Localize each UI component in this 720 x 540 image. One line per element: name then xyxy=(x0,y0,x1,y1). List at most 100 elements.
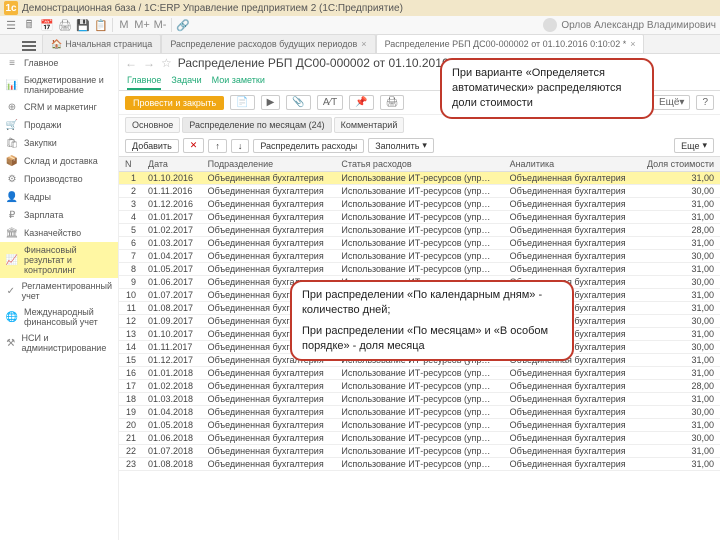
table-row[interactable]: 401.01.2017Объединенная бухгалтерияИспол… xyxy=(119,211,720,224)
save-icon[interactable]: 💾 xyxy=(76,18,90,32)
cell-dept: Объединенная бухгалтерия xyxy=(202,380,336,393)
cell-date: 01.03.2017 xyxy=(142,237,202,250)
forward-icon[interactable]: → xyxy=(143,56,155,70)
print-icon[interactable]: 🖨 xyxy=(58,18,72,32)
attach-button[interactable]: 📎 xyxy=(286,95,310,110)
add-button[interactable]: Добавить xyxy=(125,139,179,153)
col-dept[interactable]: Подразделение xyxy=(202,157,336,172)
subtab-main[interactable]: Главное xyxy=(127,72,161,90)
col-item[interactable]: Статья расходов xyxy=(335,157,503,172)
fill-button[interactable]: Заполнить ▾ xyxy=(368,138,434,153)
table-row[interactable]: 1801.03.2018Объединенная бухгалтерияИспо… xyxy=(119,393,720,406)
grid[interactable]: N Дата Подразделение Статья расходов Ана… xyxy=(119,156,720,540)
sidebar-item[interactable]: 👤Кадры xyxy=(0,188,118,206)
sidebar-item-label: Производство xyxy=(24,174,83,184)
cell-dept: Объединенная бухгалтерия xyxy=(202,315,336,328)
m-button[interactable]: M xyxy=(117,18,131,32)
sectab-distribution[interactable]: Распределение по месяцам (24) xyxy=(182,117,331,133)
col-n[interactable]: N xyxy=(119,157,142,172)
close-icon[interactable]: × xyxy=(361,39,366,49)
col-share[interactable]: Доля стоимости xyxy=(637,157,720,172)
table-row[interactable]: 601.03.2017Объединенная бухгалтерияИспол… xyxy=(119,237,720,250)
cell-item: Использование ИТ-ресурсов (упр… xyxy=(335,224,503,237)
cell-analytics: Объединенная бухгалтерия xyxy=(504,458,638,471)
back-icon[interactable]: ← xyxy=(125,56,137,70)
col-date[interactable]: Дата xyxy=(142,157,202,172)
cell-analytics: Объединенная бухгалтерия xyxy=(504,289,638,302)
print-button[interactable]: 🖨 xyxy=(380,95,405,110)
report-button[interactable]: A⁄T xyxy=(317,95,343,110)
table-row[interactable]: 901.06.2017Объединенная бухгалтерияИспол… xyxy=(119,276,720,289)
link-icon[interactable]: 🔗 xyxy=(176,18,190,32)
cell-n: 9 xyxy=(119,276,142,289)
down-button[interactable]: ↓ xyxy=(231,139,250,153)
sidebar-item[interactable]: 🛍Закупки xyxy=(0,134,118,152)
table-row[interactable]: 1901.04.2018Объединенная бухгалтерияИспо… xyxy=(119,406,720,419)
up-button[interactable]: ↑ xyxy=(208,139,227,153)
section-icon: 📊 xyxy=(6,79,18,91)
m-minus-button[interactable]: M- xyxy=(153,18,167,32)
sidebar-item[interactable]: 🛒Продажи xyxy=(0,116,118,134)
grid-more-button[interactable]: Еще ▾ xyxy=(674,138,714,153)
help-button[interactable]: ? xyxy=(696,95,714,110)
calendar-icon[interactable]: 📅 xyxy=(40,18,54,32)
table-row[interactable]: 1301.10.2017Объединенная бухгалтерияИспо… xyxy=(119,328,720,341)
star-icon[interactable]: ☆ xyxy=(161,56,172,70)
sidebar-item[interactable]: 📈Финансовый результат и контроллинг xyxy=(0,242,118,278)
sidebar-item[interactable]: ₽Зарплата xyxy=(0,206,118,224)
sidebar-item[interactable]: 📦Склад и доставка xyxy=(0,152,118,170)
table-row[interactable]: 1101.08.2017Объединенная бухгалтерияИспо… xyxy=(119,302,720,315)
sidebar-item[interactable]: ≡Главное xyxy=(0,54,118,72)
tab-distribution[interactable]: Распределение расходов будущих периодов× xyxy=(161,34,375,53)
sidebar-item[interactable]: 🌐Международный финансовый учет xyxy=(0,304,118,330)
close-icon[interactable]: × xyxy=(630,39,635,49)
calc-icon[interactable]: 🖩 xyxy=(22,18,36,32)
sidebar-item[interactable]: ✓Регламентированный учет xyxy=(0,278,118,304)
table-row[interactable]: 2001.05.2018Объединенная бухгалтерияИспо… xyxy=(119,419,720,432)
table-row[interactable]: 2101.06.2018Объединенная бухгалтерияИспо… xyxy=(119,432,720,445)
table-row[interactable]: 1001.07.2017Объединенная бухгалтерияИспо… xyxy=(119,289,720,302)
cell-item: Использование ИТ-ресурсов (упр… xyxy=(335,289,503,302)
sectab-main[interactable]: Основное xyxy=(125,117,180,133)
save-and-close-button[interactable]: Провести и закрыть xyxy=(125,96,224,110)
m-plus-button[interactable]: M+ xyxy=(135,18,149,32)
cell-date: 01.07.2017 xyxy=(142,289,202,302)
table-row[interactable]: 201.11.2016Объединенная бухгалтерияИспол… xyxy=(119,185,720,198)
del-button[interactable]: ✕ xyxy=(183,138,205,153)
more-button[interactable]: Ещё ▾ xyxy=(653,95,691,110)
table-row[interactable]: 2201.07.2018Объединенная бухгалтерияИспо… xyxy=(119,445,720,458)
col-analytics[interactable]: Аналитика xyxy=(504,157,638,172)
cell-date: 01.05.2017 xyxy=(142,263,202,276)
pin-button[interactable]: 📌 xyxy=(349,95,373,110)
table-row[interactable]: 801.05.2017Объединенная бухгалтерияИспол… xyxy=(119,263,720,276)
distribute-button[interactable]: Распределить расходы xyxy=(253,139,364,153)
table-row[interactable]: 301.12.2016Объединенная бухгалтерияИспол… xyxy=(119,198,720,211)
sidebar-item[interactable]: 🏛Казначейство xyxy=(0,224,118,242)
subtab-notes[interactable]: Мои заметки xyxy=(212,72,265,90)
table-row[interactable]: 1201.09.2017Объединенная бухгалтерияИспо… xyxy=(119,315,720,328)
user-block[interactable]: Орлов Александр Владимирович xyxy=(543,18,716,32)
table-row[interactable]: 1501.12.2017Объединенная бухгалтерияИспо… xyxy=(119,354,720,367)
table-row[interactable]: 701.04.2017Объединенная бухгалтерияИспол… xyxy=(119,250,720,263)
table-row[interactable]: 1701.02.2018Объединенная бухгалтерияИспо… xyxy=(119,380,720,393)
table-row[interactable]: 101.10.2016Объединенная бухгалтерияИспол… xyxy=(119,172,720,185)
cell-share: 31,00 xyxy=(637,263,720,276)
table-row[interactable]: 1401.11.2017Объединенная бухгалтерияИспо… xyxy=(119,341,720,354)
sectab-comment[interactable]: Комментарий xyxy=(334,117,405,133)
table-row[interactable]: 501.02.2017Объединенная бухгалтерияИспол… xyxy=(119,224,720,237)
sidebar-item[interactable]: ⚙Производство xyxy=(0,170,118,188)
tab-home[interactable]: 🏠 Начальная страница xyxy=(42,34,161,53)
window-title: Демонстрационная база / 1С:ERP Управлени… xyxy=(22,3,403,14)
clipboard-icon[interactable]: 📋 xyxy=(94,18,108,32)
tab-document[interactable]: Распределение РБП ДС00-000002 от 01.10.2… xyxy=(376,34,645,53)
sidebar-item[interactable]: ⊕CRM и маркетинг xyxy=(0,98,118,116)
subtab-tasks[interactable]: Задачи xyxy=(171,72,201,90)
post-button[interactable]: ▶ xyxy=(261,95,281,110)
menu-icon[interactable]: ☰ xyxy=(4,18,18,32)
table-row[interactable]: 1601.01.2018Объединенная бухгалтерияИспо… xyxy=(119,367,720,380)
burger-icon[interactable] xyxy=(22,39,36,53)
table-row[interactable]: 2301.08.2018Объединенная бухгалтерияИспо… xyxy=(119,458,720,471)
sidebar-item[interactable]: ⚒НСИ и администрирование xyxy=(0,330,118,356)
sidebar-item[interactable]: 📊Бюджетирование и планирование xyxy=(0,72,118,98)
record-button[interactable]: 📄 xyxy=(230,95,254,110)
